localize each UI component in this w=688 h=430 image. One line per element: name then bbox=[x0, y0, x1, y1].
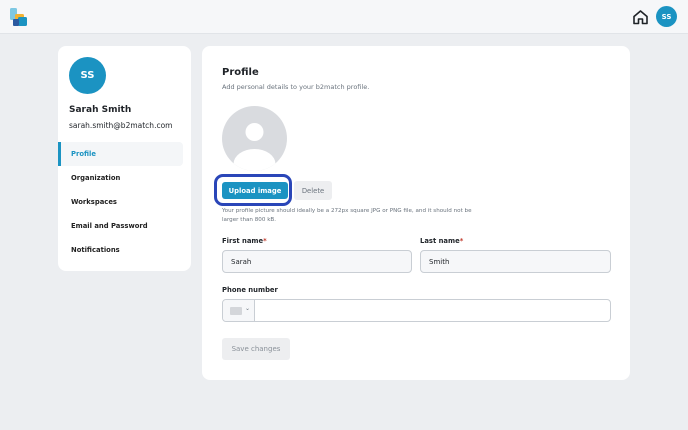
user-avatar[interactable]: SS bbox=[656, 6, 677, 27]
required-mark: * bbox=[263, 237, 267, 245]
picture-hint: Your profile picture should ideally be a… bbox=[222, 208, 472, 223]
user-email: sarah.smith@b2match.com bbox=[69, 121, 173, 130]
sidebar-item-profile[interactable]: Profile bbox=[58, 142, 183, 166]
sidebar-item-organization[interactable]: Organization bbox=[58, 166, 191, 190]
chevron-down-icon: ⌄ bbox=[245, 305, 251, 312]
required-mark: * bbox=[459, 237, 464, 245]
sidebar-item-email-and-password[interactable]: Email and Password bbox=[58, 214, 191, 238]
phone-label: Phone number bbox=[222, 286, 278, 294]
last-name-label-text: Last name bbox=[420, 237, 460, 245]
sidebar-item-notifications[interactable]: Notifications bbox=[58, 238, 191, 262]
account-sidebar: SS Sarah Smith sarah.smith@b2match.com P… bbox=[58, 46, 191, 271]
first-name-label-text: First name bbox=[222, 237, 264, 245]
profile-picture-placeholder bbox=[222, 106, 287, 171]
country-code-selector[interactable]: ⌄ bbox=[223, 300, 255, 321]
first-name-field[interactable] bbox=[222, 250, 412, 273]
flag-icon bbox=[230, 307, 242, 315]
upload-image-button[interactable]: Upload image bbox=[222, 182, 288, 199]
b2match-logo-icon[interactable] bbox=[9, 6, 29, 28]
last-name-field[interactable] bbox=[420, 250, 611, 273]
phone-number-input[interactable] bbox=[256, 300, 610, 321]
save-changes-button[interactable]: Save changes bbox=[222, 338, 290, 360]
last-name-label: Last name* bbox=[420, 237, 463, 245]
home-icon[interactable] bbox=[632, 9, 649, 25]
sidebar-avatar: SS bbox=[69, 57, 106, 94]
top-bar: SS bbox=[0, 0, 688, 34]
page-title: Profile bbox=[222, 67, 259, 78]
profile-card: Profile Add personal details to your b2m… bbox=[202, 46, 630, 380]
user-name: Sarah Smith bbox=[69, 105, 132, 115]
page-subtitle: Add personal details to your b2match pro… bbox=[222, 83, 370, 91]
phone-number-field: ⌄ bbox=[222, 299, 611, 322]
first-name-label: First name* bbox=[222, 237, 267, 245]
sidebar-nav: Profile Organization Workspaces Email an… bbox=[58, 142, 191, 262]
delete-image-button[interactable]: Delete bbox=[294, 181, 332, 200]
user-silhouette-icon bbox=[233, 123, 276, 171]
sidebar-item-workspaces[interactable]: Workspaces bbox=[58, 190, 191, 214]
